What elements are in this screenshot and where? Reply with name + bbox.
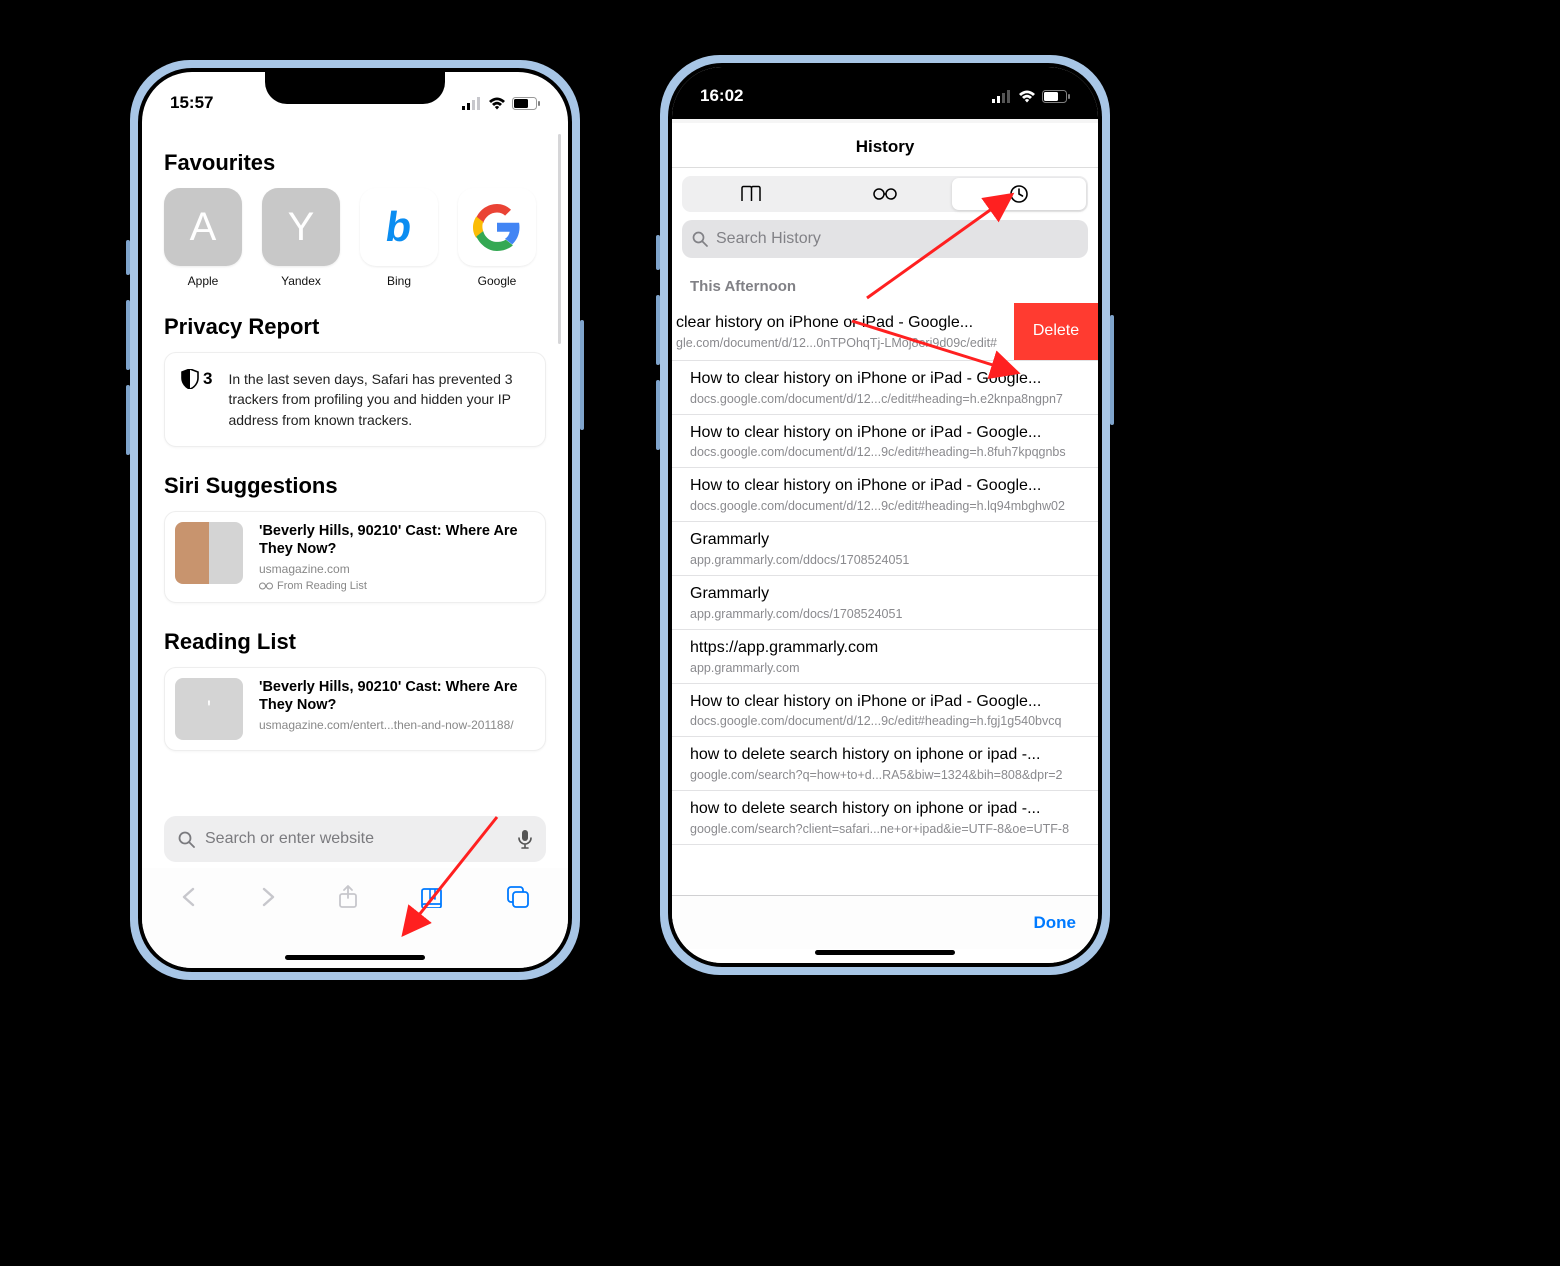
- history-row-url: docs.google.com/document/d/12...9c/edit#…: [690, 499, 1080, 513]
- suggestion-source: usmagazine.com: [259, 562, 535, 576]
- forward-icon[interactable]: [259, 886, 277, 908]
- favourite-yandex[interactable]: Y Yandex: [262, 188, 340, 288]
- glasses-icon: [872, 187, 898, 201]
- history-row-url: app.grammarly.com/ddocs/1708524051: [690, 553, 1080, 567]
- history-row-url: app.grammarly.com: [690, 661, 1080, 675]
- bottom-bar: Search or enter website: [142, 868, 568, 968]
- status-time: 16:02: [700, 86, 743, 106]
- history-row-title: clear history on iPhone or iPad - Google…: [676, 313, 1008, 334]
- history-row-title: How to clear history on iPhone or iPad -…: [690, 476, 1080, 497]
- battery-icon: [512, 97, 540, 110]
- shield-icon: [181, 369, 199, 389]
- history-group-label: This Afternoon: [672, 258, 1098, 303]
- favourite-apple[interactable]: A Apple: [164, 188, 242, 288]
- siri-suggestions-heading: Siri Suggestions: [164, 473, 546, 499]
- clock-icon: [1009, 184, 1029, 204]
- history-row-title: How to clear history on iPhone or iPad -…: [690, 692, 1080, 713]
- favourite-bing[interactable]: b Bing: [360, 188, 438, 288]
- google-logo-icon: [473, 203, 521, 251]
- segment-reading-list[interactable]: [818, 178, 952, 210]
- history-row[interactable]: How to clear history on iPhone or iPad -…: [672, 361, 1098, 415]
- suggestion-origin: From Reading List: [259, 580, 535, 592]
- iphone-frame-left: 15:57 Favourites A Apple Y: [130, 60, 580, 980]
- history-row[interactable]: how to delete search history on iphone o…: [672, 791, 1098, 845]
- cellular-icon: [992, 90, 1012, 103]
- microphone-icon[interactable]: [518, 829, 532, 849]
- privacy-report-heading: Privacy Report: [164, 314, 546, 340]
- favourite-google[interactable]: Google: [458, 188, 536, 288]
- address-bar[interactable]: Search or enter website: [164, 816, 546, 862]
- history-row-url: app.grammarly.com/docs/1708524051: [690, 607, 1080, 621]
- segmented-control[interactable]: [682, 176, 1088, 212]
- wifi-icon: [488, 97, 506, 110]
- history-row[interactable]: https://app.grammarly.com app.grammarly.c…: [672, 630, 1098, 684]
- reading-title: 'Beverly Hills, 90210' Cast: Where Are T…: [259, 678, 535, 714]
- status-time: 15:57: [170, 93, 213, 113]
- favourites-heading: Favourites: [164, 150, 546, 176]
- history-row-title: how to delete search history on iphone o…: [690, 799, 1080, 820]
- siri-suggestion-card[interactable]: 'Beverly Hills, 90210' Cast: Where Are T…: [164, 511, 546, 603]
- history-row-title: Grammarly: [690, 584, 1080, 605]
- history-row[interactable]: Grammarly app.grammarly.com/docs/17085240…: [672, 576, 1098, 630]
- scroll-indicator: [558, 134, 561, 344]
- home-indicator[interactable]: [285, 955, 425, 960]
- history-row-title: Grammarly: [690, 530, 1080, 551]
- bookmarks-icon[interactable]: [419, 886, 445, 908]
- history-row[interactable]: Grammarly app.grammarly.com/ddocs/1708524…: [672, 522, 1098, 576]
- history-row[interactable]: How to clear history on iPhone or iPad -…: [672, 415, 1098, 469]
- history-row-title: how to delete search history on iphone o…: [690, 745, 1080, 766]
- done-button[interactable]: Done: [1034, 913, 1077, 933]
- history-row-url: docs.google.com/document/d/12...9c/edit#…: [690, 714, 1080, 728]
- privacy-report-card[interactable]: 3 In the last seven days, Safari has pre…: [164, 352, 546, 447]
- search-history-placeholder: Search History: [716, 230, 821, 248]
- iphone-frame-right: 16:02 History: [660, 55, 1110, 975]
- search-icon: [692, 231, 708, 247]
- suggestion-thumbnail: [175, 522, 243, 584]
- delete-button[interactable]: Delete: [1014, 303, 1098, 360]
- search-history-field[interactable]: Search History: [682, 220, 1088, 258]
- history-row-url: gle.com/document/d/12...0nTPOhqTj-LMoj8e…: [676, 336, 1008, 350]
- home-indicator[interactable]: [815, 950, 955, 955]
- reading-list-heading: Reading List: [164, 629, 546, 655]
- segment-history[interactable]: [952, 178, 1086, 210]
- favourites-row: A Apple Y Yandex b Bing: [164, 188, 546, 288]
- cellular-icon: [462, 97, 482, 110]
- address-placeholder: Search or enter website: [205, 830, 508, 848]
- share-icon[interactable]: [337, 884, 359, 910]
- history-row[interactable]: How to clear history on iPhone or iPad -…: [672, 684, 1098, 738]
- toolbar-bottom: Done: [672, 895, 1098, 949]
- wifi-icon: [1018, 90, 1036, 103]
- reading-url: usmagazine.com/entert...then-and-now-201…: [259, 718, 535, 732]
- history-title: History: [672, 123, 1098, 168]
- reading-list-card[interactable]: ' 'Beverly Hills, 90210' Cast: Where Are…: [164, 667, 546, 751]
- history-row-title: How to clear history on iPhone or iPad -…: [690, 423, 1080, 444]
- suggestion-title: 'Beverly Hills, 90210' Cast: Where Are T…: [259, 522, 535, 558]
- history-list[interactable]: clear history on iPhone or iPad - Google…: [672, 303, 1098, 845]
- search-icon: [178, 831, 195, 848]
- book-icon: [740, 185, 762, 203]
- battery-icon: [1042, 90, 1070, 103]
- history-row-title: How to clear history on iPhone or iPad -…: [690, 369, 1080, 390]
- history-row[interactable]: how to delete search history on iphone o…: [672, 737, 1098, 791]
- history-row-title: https://app.grammarly.com: [690, 638, 1080, 659]
- back-icon[interactable]: [180, 886, 198, 908]
- history-row[interactable]: clear history on iPhone or iPad - Google…: [672, 303, 1098, 361]
- tabs-icon[interactable]: [506, 885, 530, 909]
- glasses-icon: [259, 582, 273, 590]
- history-row-url: docs.google.com/document/d/12...c/edit#h…: [690, 392, 1080, 406]
- privacy-shield-count: 3: [181, 369, 212, 389]
- history-row-url: google.com/search?q=how+to+d...RA5&biw=1…: [690, 768, 1080, 782]
- segment-bookmarks[interactable]: [684, 178, 818, 210]
- history-row-url: google.com/search?client=safari...ne+or+…: [690, 822, 1080, 836]
- reading-thumbnail: ': [175, 678, 243, 740]
- history-row[interactable]: How to clear history on iPhone or iPad -…: [672, 468, 1098, 522]
- privacy-report-text: In the last seven days, Safari has preve…: [228, 369, 529, 430]
- history-row-url: docs.google.com/document/d/12...9c/edit#…: [690, 445, 1080, 459]
